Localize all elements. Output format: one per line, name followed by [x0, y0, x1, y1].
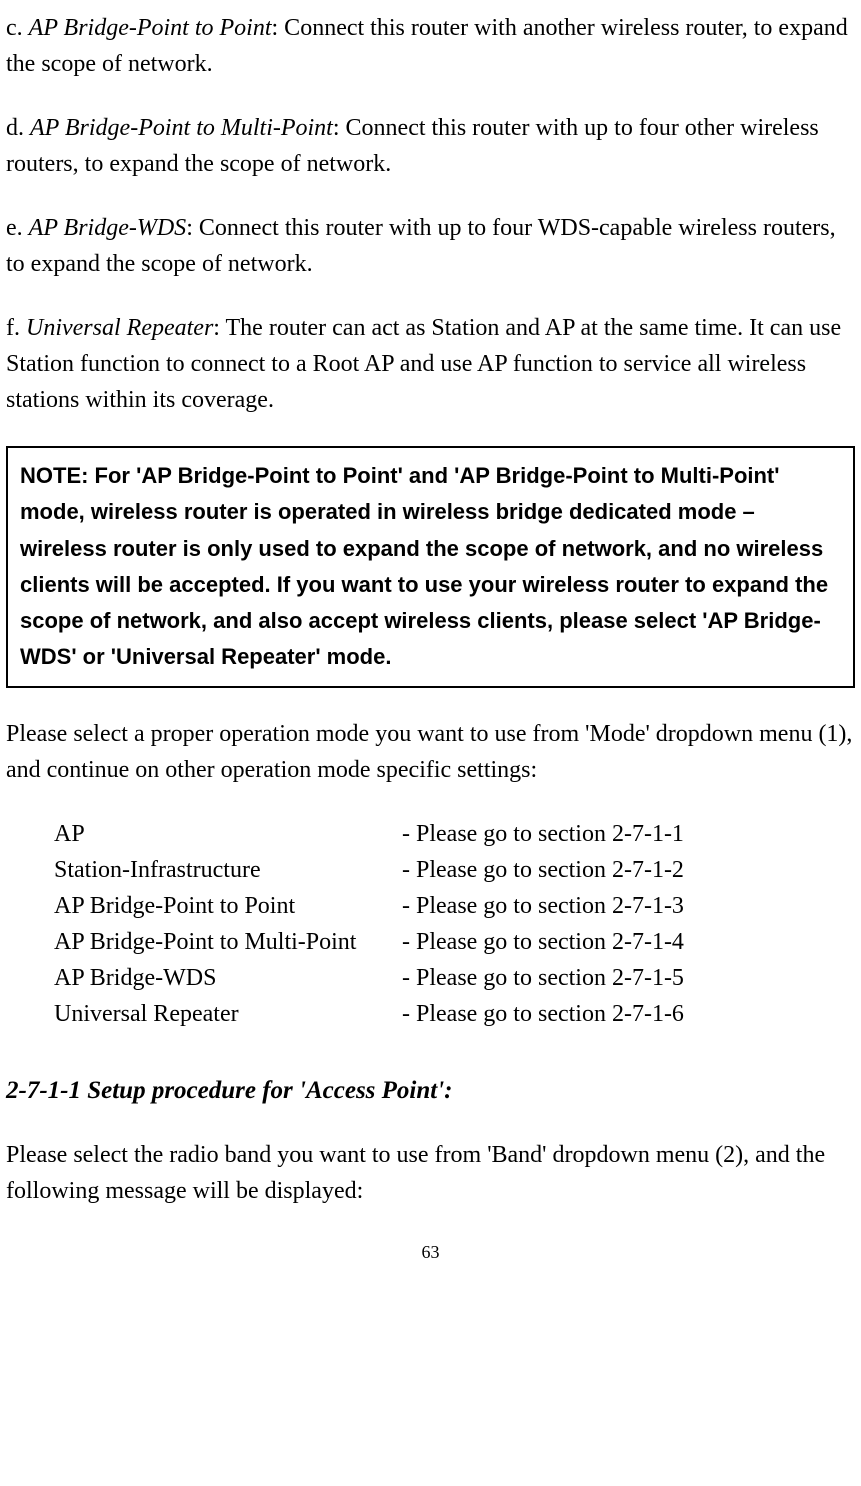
select-intro-paragraph: Please select a proper operation mode yo… [6, 716, 855, 788]
mode-ref: - Please go to section 2-7-1-3 [402, 888, 684, 924]
paragraph-c: c. AP Bridge-Point to Point: Connect thi… [6, 10, 855, 82]
select-intro-text: Please select a proper operation mode yo… [6, 721, 852, 783]
mode-label: Universal Repeater [54, 996, 402, 1032]
paragraph-f: f. Universal Repeater: The router can ac… [6, 310, 855, 418]
term-universal-repeater: Universal Repeater [26, 315, 213, 341]
mode-label: AP Bridge-WDS [54, 960, 402, 996]
list-prefix: c. [6, 15, 29, 41]
paragraph-d: d. AP Bridge-Point to Multi-Point: Conne… [6, 110, 855, 182]
term-ap-bridge-wds: AP Bridge-WDS [29, 215, 187, 241]
mode-row: Universal Repeater - Please go to sectio… [54, 996, 855, 1032]
mode-ref: - Please go to section 2-7-1-1 [402, 816, 684, 852]
mode-label: Station-Infrastructure [54, 852, 402, 888]
term-ap-bridge-ptp: AP Bridge-Point to Point [29, 15, 272, 41]
mode-ref: - Please go to section 2-7-1-6 [402, 996, 684, 1032]
mode-label: AP Bridge-Point to Point [54, 888, 402, 924]
note-text: NOTE: For 'AP Bridge-Point to Point' and… [20, 463, 828, 669]
mode-row: AP Bridge-WDS - Please go to section 2-7… [54, 960, 855, 996]
term-ap-bridge-ptmp: AP Bridge-Point to Multi-Point [30, 115, 333, 141]
band-intro-paragraph: Please select the radio band you want to… [6, 1137, 855, 1209]
list-prefix: f. [6, 315, 26, 341]
list-prefix: d. [6, 115, 30, 141]
mode-ref: - Please go to section 2-7-1-4 [402, 924, 684, 960]
mode-ref: - Please go to section 2-7-1-2 [402, 852, 684, 888]
mode-row: AP - Please go to section 2-7-1-1 [54, 816, 855, 852]
mode-list: AP - Please go to section 2-7-1-1 Statio… [54, 816, 855, 1032]
mode-row: AP Bridge-Point to Point - Please go to … [54, 888, 855, 924]
mode-label: AP Bridge-Point to Multi-Point [54, 924, 402, 960]
mode-row: AP Bridge-Point to Multi-Point - Please … [54, 924, 855, 960]
list-prefix: e. [6, 215, 29, 241]
mode-row: Station-Infrastructure - Please go to se… [54, 852, 855, 888]
section-heading: 2-7-1-1 Setup procedure for 'Access Poin… [6, 1072, 855, 1110]
page-number: 63 [6, 1239, 855, 1266]
note-box: NOTE: For 'AP Bridge-Point to Point' and… [6, 446, 855, 688]
mode-ref: - Please go to section 2-7-1-5 [402, 960, 684, 996]
mode-label: AP [54, 816, 402, 852]
paragraph-e: e. AP Bridge-WDS: Connect this router wi… [6, 210, 855, 282]
band-intro-text: Please select the radio band you want to… [6, 1142, 825, 1204]
